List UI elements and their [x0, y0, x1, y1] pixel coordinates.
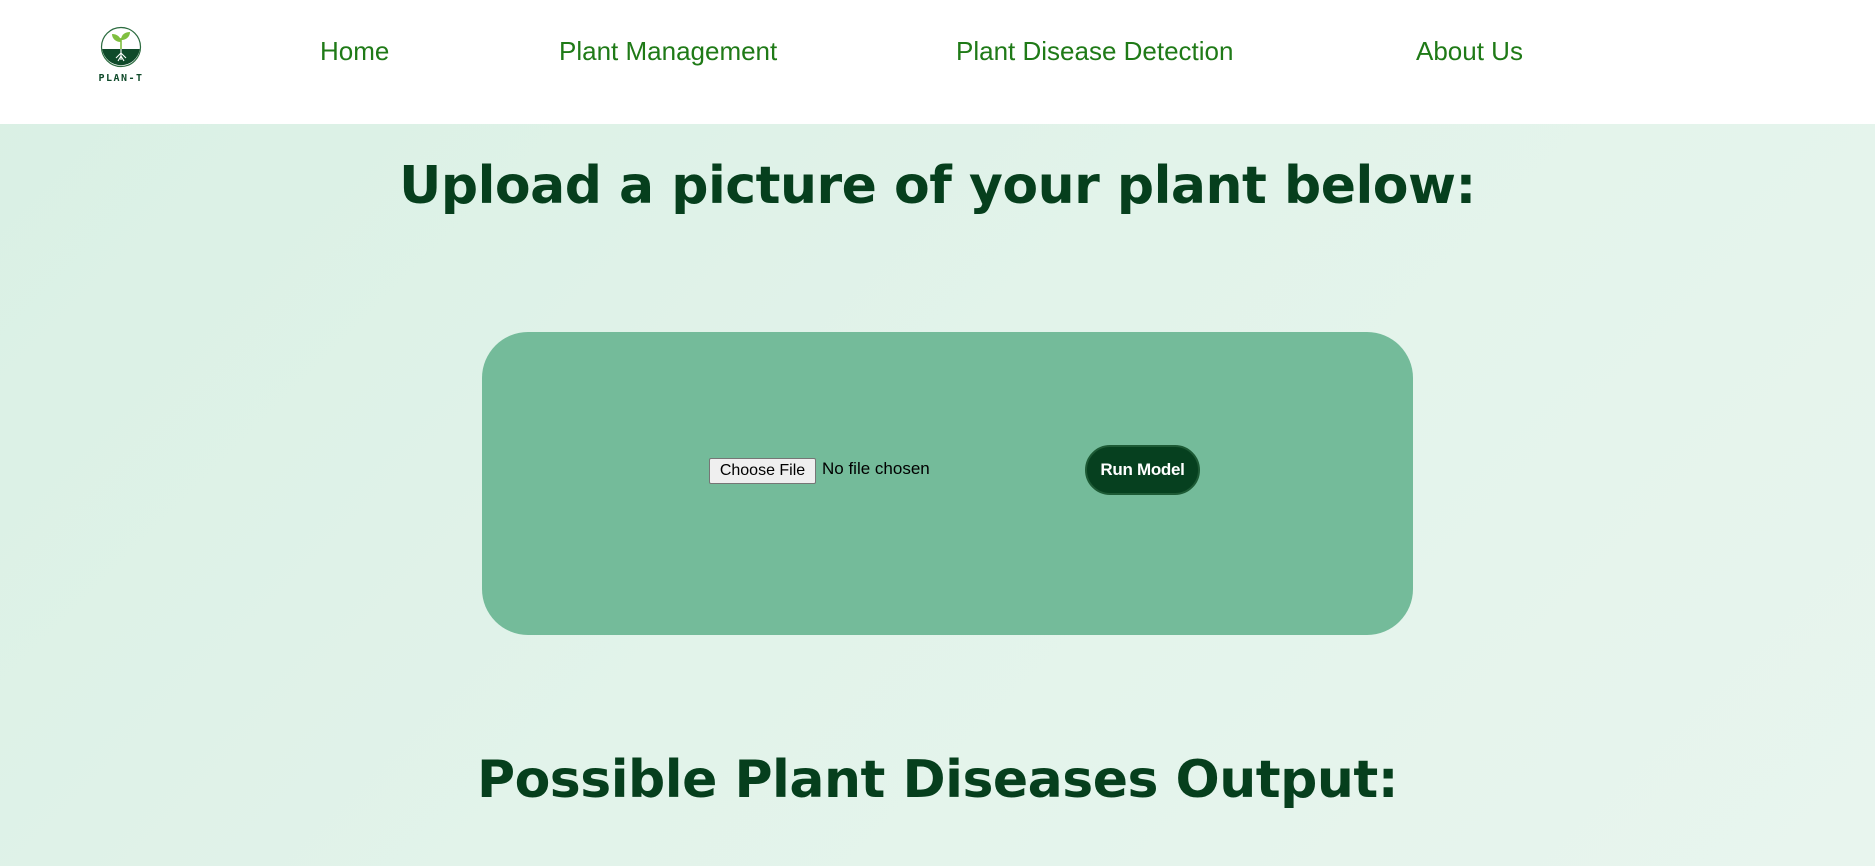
upload-card: Choose File No file chosen Run Model [482, 332, 1413, 635]
output-heading: Possible Plant Diseases Output: [476, 750, 1399, 810]
nav-link-plant-management[interactable]: Plant Management [559, 36, 777, 67]
nav-link-plant-disease-detection[interactable]: Plant Disease Detection [956, 36, 1233, 67]
run-model-button[interactable]: Run Model [1085, 445, 1200, 495]
plant-logo-icon [100, 26, 142, 68]
upload-heading: Upload a picture of your plant below: [399, 156, 1476, 216]
logo-text: PLAN-T [98, 73, 144, 84]
plan-t-logo[interactable]: PLAN-T [96, 26, 146, 92]
choose-file-button[interactable]: Choose File [709, 458, 816, 484]
nav-link-home[interactable]: Home [320, 36, 389, 67]
top-navbar: PLAN-T Home Plant Management Plant Disea… [0, 0, 1875, 124]
file-status-text: No file chosen [822, 459, 930, 478]
nav-link-about-us[interactable]: About Us [1416, 36, 1523, 67]
